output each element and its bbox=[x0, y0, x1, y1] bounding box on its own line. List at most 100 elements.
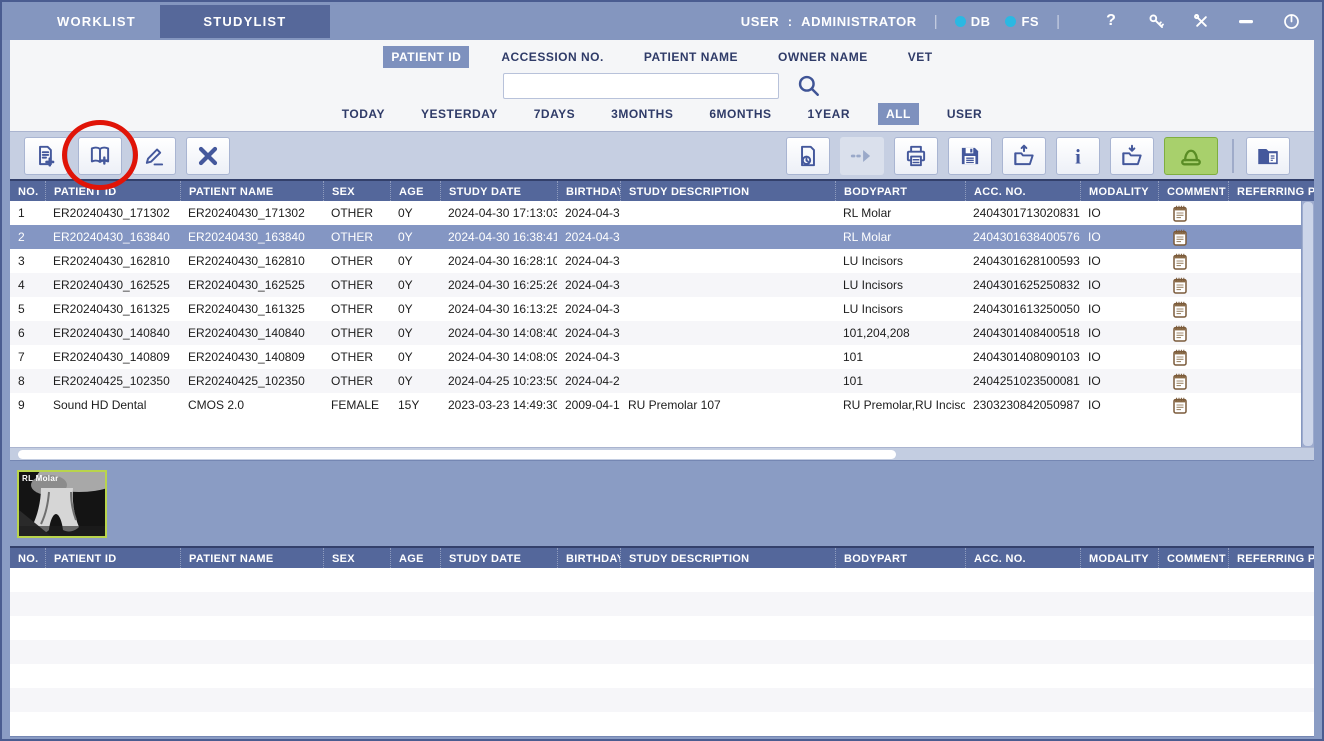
print-button[interactable] bbox=[894, 136, 938, 175]
comment-icon[interactable] bbox=[1173, 229, 1187, 246]
column-header-sex[interactable]: SEX bbox=[323, 548, 390, 568]
column-header-study-date[interactable]: STUDY DATE bbox=[440, 181, 557, 201]
study-thumbnail[interactable]: RL Molar bbox=[17, 470, 107, 538]
key-icon[interactable] bbox=[1145, 12, 1167, 31]
vertical-scrollbar[interactable] bbox=[1301, 201, 1314, 447]
search-field-tab-owner-name[interactable]: OWNER NAME bbox=[770, 46, 876, 68]
study-row-1[interactable]: 1 ER20240430_171302 ER20240430_171302 OTHER… bbox=[10, 201, 1301, 225]
cell-referring-physician bbox=[1228, 345, 1301, 369]
column-header-sex[interactable]: SEX bbox=[323, 181, 390, 201]
column-header-study-description[interactable]: STUDY DESCRIPTION bbox=[620, 181, 835, 201]
study-row-5[interactable]: 5 ER20240430_161325 ER20240430_161325 OTHER… bbox=[10, 297, 1301, 321]
studylist-rows: 1 ER20240430_171302 ER20240430_171302 OTHER… bbox=[10, 201, 1301, 417]
date-filter-tab-7days[interactable]: 7DAYS bbox=[526, 103, 583, 125]
cell-referring-physician bbox=[1228, 321, 1301, 345]
vertical-scrollbar-thumb[interactable] bbox=[1303, 202, 1313, 446]
comment-icon[interactable] bbox=[1173, 253, 1187, 270]
study-row-6[interactable]: 6 ER20240430_140840 ER20240430_140840 OTHER… bbox=[10, 321, 1301, 345]
date-filter-tab-all[interactable]: ALL bbox=[878, 103, 919, 125]
new-study-button[interactable] bbox=[24, 136, 68, 175]
study-row-7[interactable]: 7 ER20240430_140809 ER20240430_140809 OTHER… bbox=[10, 345, 1301, 369]
column-header-comment[interactable]: COMMENT bbox=[1158, 181, 1228, 201]
column-header-birthday[interactable]: BIRTHDAY bbox=[557, 181, 620, 201]
column-header-birthday[interactable]: BIRTHDAY bbox=[557, 548, 620, 568]
search-field-tab-patient-name[interactable]: PATIENT NAME bbox=[636, 46, 746, 68]
x-icon bbox=[194, 142, 222, 170]
export-button[interactable] bbox=[1002, 136, 1046, 175]
thumbnail-label: RL Molar bbox=[22, 474, 59, 483]
column-header-referring-physician[interactable]: REFERRING P bbox=[1228, 181, 1314, 201]
comment-icon[interactable] bbox=[1173, 373, 1187, 390]
cell-no: 7 bbox=[18, 350, 25, 364]
delete-study-button[interactable] bbox=[186, 136, 230, 175]
column-header-acc-no[interactable]: ACC. NO. bbox=[965, 181, 1080, 201]
save-button[interactable] bbox=[948, 136, 992, 175]
date-filter-tab-1year[interactable]: 1YEAR bbox=[800, 103, 859, 125]
tab-worklist[interactable]: WORKLIST bbox=[57, 14, 136, 29]
study-row-4[interactable]: 4 ER20240430_162525 ER20240430_162525 OTHER… bbox=[10, 273, 1301, 297]
comment-icon[interactable] bbox=[1173, 301, 1187, 318]
cell-acc-no: 2404301628100593 bbox=[973, 254, 1080, 268]
column-header-bodypart[interactable]: BODYPART bbox=[835, 548, 965, 568]
column-header-patient-id[interactable]: PATIENT ID bbox=[45, 181, 180, 201]
search-field-tab-patient-id[interactable]: PATIENT ID bbox=[383, 46, 470, 68]
column-header-age[interactable]: AGE bbox=[390, 181, 440, 201]
folder-up-icon bbox=[1011, 143, 1037, 169]
cell-acc-no: 2404301408400518 bbox=[973, 326, 1080, 340]
column-header-patient-name[interactable]: PATIENT NAME bbox=[180, 181, 323, 201]
import-button[interactable] bbox=[1110, 136, 1154, 175]
new-book-button[interactable] bbox=[78, 136, 122, 175]
cell-referring-physician bbox=[1228, 249, 1301, 273]
study-row-9[interactable]: 9 Sound HD Dental CMOS 2.0 FEMALE 15Y 2023-03… bbox=[10, 393, 1301, 417]
horizontal-scrollbar[interactable] bbox=[10, 447, 1314, 460]
study-row-3[interactable]: 3 ER20240430_162810 ER20240430_162810 OTHER… bbox=[10, 249, 1301, 273]
date-filter-tab-yesterday[interactable]: YESTERDAY bbox=[413, 103, 506, 125]
info-button[interactable]: i bbox=[1056, 136, 1100, 175]
column-header-bodypart[interactable]: BODYPART bbox=[835, 181, 965, 201]
column-header-referring-physician[interactable]: REFERRING P bbox=[1228, 548, 1314, 568]
minimize-icon[interactable] bbox=[1235, 12, 1257, 30]
search-input[interactable] bbox=[502, 72, 779, 99]
cell-study-description: RU Premolar 107 bbox=[628, 398, 721, 412]
send-button[interactable] bbox=[840, 136, 884, 175]
column-header-modality[interactable]: MODALITY bbox=[1080, 181, 1158, 201]
column-header-patient-name[interactable]: PATIENT NAME bbox=[180, 548, 323, 568]
floppy-icon bbox=[957, 143, 983, 169]
report-button[interactable] bbox=[786, 136, 830, 175]
column-header-study-description[interactable]: STUDY DESCRIPTION bbox=[620, 548, 835, 568]
cell-age: 0Y bbox=[398, 278, 413, 292]
help-icon[interactable]: ? bbox=[1100, 12, 1122, 30]
comment-icon[interactable] bbox=[1173, 397, 1187, 414]
column-header-age[interactable]: AGE bbox=[390, 548, 440, 568]
search-field-tab-accession-no[interactable]: ACCESSION NO. bbox=[493, 46, 612, 68]
tools-icon[interactable] bbox=[1190, 12, 1212, 31]
tab-studylist[interactable]: STUDYLIST bbox=[159, 4, 330, 38]
power-icon[interactable] bbox=[1280, 12, 1302, 31]
horizontal-scrollbar-thumb[interactable] bbox=[18, 450, 896, 459]
comment-icon[interactable] bbox=[1173, 325, 1187, 342]
date-filter-tab-3months[interactable]: 3MONTHS bbox=[603, 103, 681, 125]
column-header-no[interactable]: NO. bbox=[10, 181, 45, 201]
column-header-acc-no[interactable]: ACC. NO. bbox=[965, 548, 1080, 568]
study-row-2[interactable]: 2 ER20240430_163840 ER20240430_163840 OTHER… bbox=[10, 225, 1301, 249]
date-filter-tab-today[interactable]: TODAY bbox=[334, 103, 393, 125]
search-icon[interactable] bbox=[795, 72, 822, 99]
date-filter-tab-user[interactable]: USER bbox=[939, 103, 990, 125]
column-header-study-date[interactable]: STUDY DATE bbox=[440, 548, 557, 568]
burn-button[interactable] bbox=[1246, 136, 1290, 175]
search-field-tab-vet[interactable]: VET bbox=[900, 46, 941, 68]
column-header-no[interactable]: NO. bbox=[10, 548, 45, 568]
edit-study-button[interactable] bbox=[132, 136, 176, 175]
column-header-modality[interactable]: MODALITY bbox=[1080, 548, 1158, 568]
cell-sex: FEMALE bbox=[331, 398, 380, 412]
date-filter-tab-6months[interactable]: 6MONTHS bbox=[701, 103, 779, 125]
alarm-button[interactable] bbox=[1164, 136, 1218, 175]
comment-icon[interactable] bbox=[1173, 277, 1187, 294]
column-header-patient-id[interactable]: PATIENT ID bbox=[45, 548, 180, 568]
comment-icon[interactable] bbox=[1173, 349, 1187, 366]
comment-icon[interactable] bbox=[1173, 205, 1187, 222]
study-row-8[interactable]: 8 ER20240425_102350 ER20240425_102350 OTHER… bbox=[10, 369, 1301, 393]
cell-patient-id: Sound HD Dental bbox=[53, 398, 147, 412]
column-header-comment[interactable]: COMMENT bbox=[1158, 548, 1228, 568]
toolbar-right-group: i bbox=[786, 136, 1300, 175]
